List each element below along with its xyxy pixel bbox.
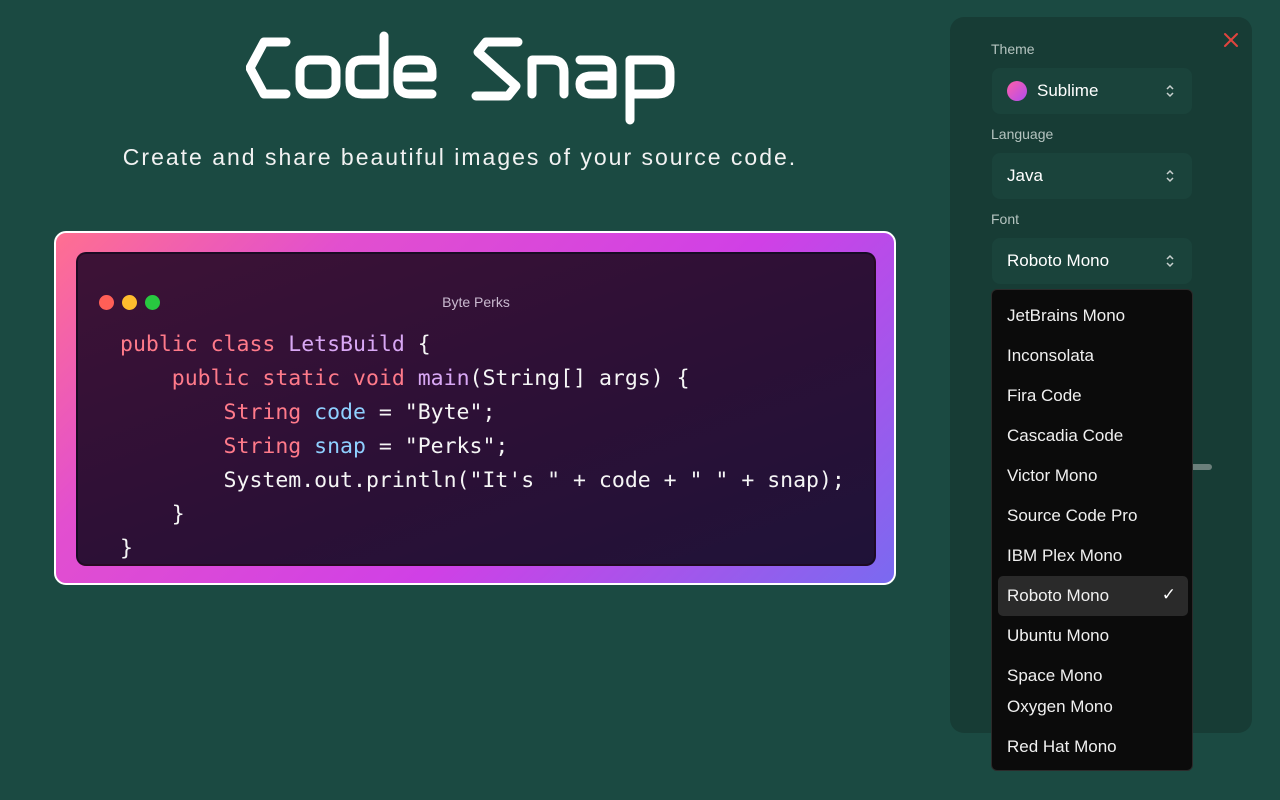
code-line: String code = "Byte"; <box>120 396 845 430</box>
font-option-label: Fira Code <box>1007 386 1082 405</box>
code-line: public class LetsBuild { <box>120 328 845 362</box>
code-token: String <box>120 400 315 425</box>
code-token: } <box>120 536 133 561</box>
font-option-label: Space Mono <box>1007 666 1103 685</box>
code-preview-frame: Byte Perks public class LetsBuild { publ… <box>54 231 896 585</box>
font-option[interactable]: IBM Plex Mono <box>998 536 1188 576</box>
code-editor[interactable]: public class LetsBuild { public static v… <box>120 328 845 566</box>
font-option[interactable]: Inconsolata <box>998 336 1188 376</box>
close-icon[interactable] <box>1222 31 1240 49</box>
chevron-up-down-icon <box>1166 84 1174 98</box>
font-option-label: Inconsolata <box>1007 346 1094 365</box>
font-option[interactable]: Cascadia Code <box>998 416 1188 456</box>
font-option-label: Oxygen Mono <box>1007 697 1113 716</box>
font-option-label: Cascadia Code <box>1007 426 1124 445</box>
font-option[interactable]: Red Hat Mono <box>998 727 1188 767</box>
code-token: public <box>120 366 263 391</box>
theme-label: Theme <box>991 41 1035 57</box>
language-select[interactable]: Java <box>992 153 1192 199</box>
font-option-label: Victor Mono <box>1007 466 1098 485</box>
theme-select[interactable]: Sublime <box>992 68 1192 114</box>
font-option-label: Ubuntu Mono <box>1007 626 1110 645</box>
font-value: Roboto Mono <box>1007 251 1110 270</box>
code-window: Byte Perks public class LetsBuild { publ… <box>76 252 876 566</box>
checkmark-icon: ✓ <box>1161 585 1176 604</box>
code-token: String <box>120 434 315 459</box>
font-option[interactable]: Oxygen Mono <box>998 687 1188 727</box>
font-option-label: Source Code Pro <box>1007 506 1138 525</box>
font-option[interactable]: JetBrains Mono <box>998 296 1188 336</box>
code-line: public static void main(String[] args) { <box>120 362 845 396</box>
code-token: = "Byte"; <box>365 400 496 425</box>
font-option[interactable]: Victor Mono <box>998 456 1188 496</box>
tagline: Create and share beautiful images of you… <box>122 144 798 170</box>
font-option-label: JetBrains Mono <box>1007 306 1126 325</box>
font-select[interactable]: Roboto Mono <box>992 238 1192 284</box>
code-line: } <box>120 532 845 566</box>
code-token: } <box>120 502 185 527</box>
code-token: code <box>314 400 366 425</box>
font-option-label: IBM Plex Mono <box>1007 546 1123 565</box>
code-token: snap <box>314 434 366 459</box>
code-line: } <box>120 498 845 532</box>
code-token: (String[] args) { <box>469 366 690 391</box>
chevron-up-down-icon <box>1166 169 1174 183</box>
slider-track[interactable] <box>1190 464 1212 470</box>
font-label: Font <box>991 211 1020 227</box>
window-title[interactable]: Byte Perks <box>78 294 874 310</box>
font-option[interactable]: Ubuntu Mono <box>998 616 1188 656</box>
code-snap-logo <box>246 31 675 125</box>
code-token: main <box>417 366 470 391</box>
font-dropdown-menu: JetBrains Mono Inconsolata Fira Code Cascad… <box>991 289 1193 771</box>
code-line: System.out.println("It's " + code + " " … <box>120 464 845 498</box>
code-line: String snap = "Perks"; <box>120 430 845 464</box>
code-token: static <box>262 366 353 391</box>
code-token: { <box>404 332 431 357</box>
code-token: class <box>210 332 289 357</box>
chevron-up-down-icon <box>1166 254 1174 268</box>
code-token: System.out.println("It's " + code + " " … <box>120 468 845 493</box>
font-option[interactable]: Roboto Mono ✓ <box>998 576 1188 616</box>
code-token: void <box>353 366 418 391</box>
code-token: public <box>120 332 211 357</box>
font-option-label: Red Hat Mono <box>1007 737 1117 756</box>
code-token: = "Perks"; <box>365 434 509 459</box>
language-value: Java <box>1007 166 1043 185</box>
font-option[interactable]: Source Code Pro <box>998 496 1188 536</box>
language-label: Language <box>991 126 1054 142</box>
font-option-label: Roboto Mono <box>1007 586 1110 605</box>
theme-value: Sublime <box>1037 81 1099 100</box>
font-option[interactable]: Fira Code <box>998 376 1188 416</box>
code-token: LetsBuild <box>288 332 405 357</box>
theme-swatch-icon <box>1007 81 1027 101</box>
